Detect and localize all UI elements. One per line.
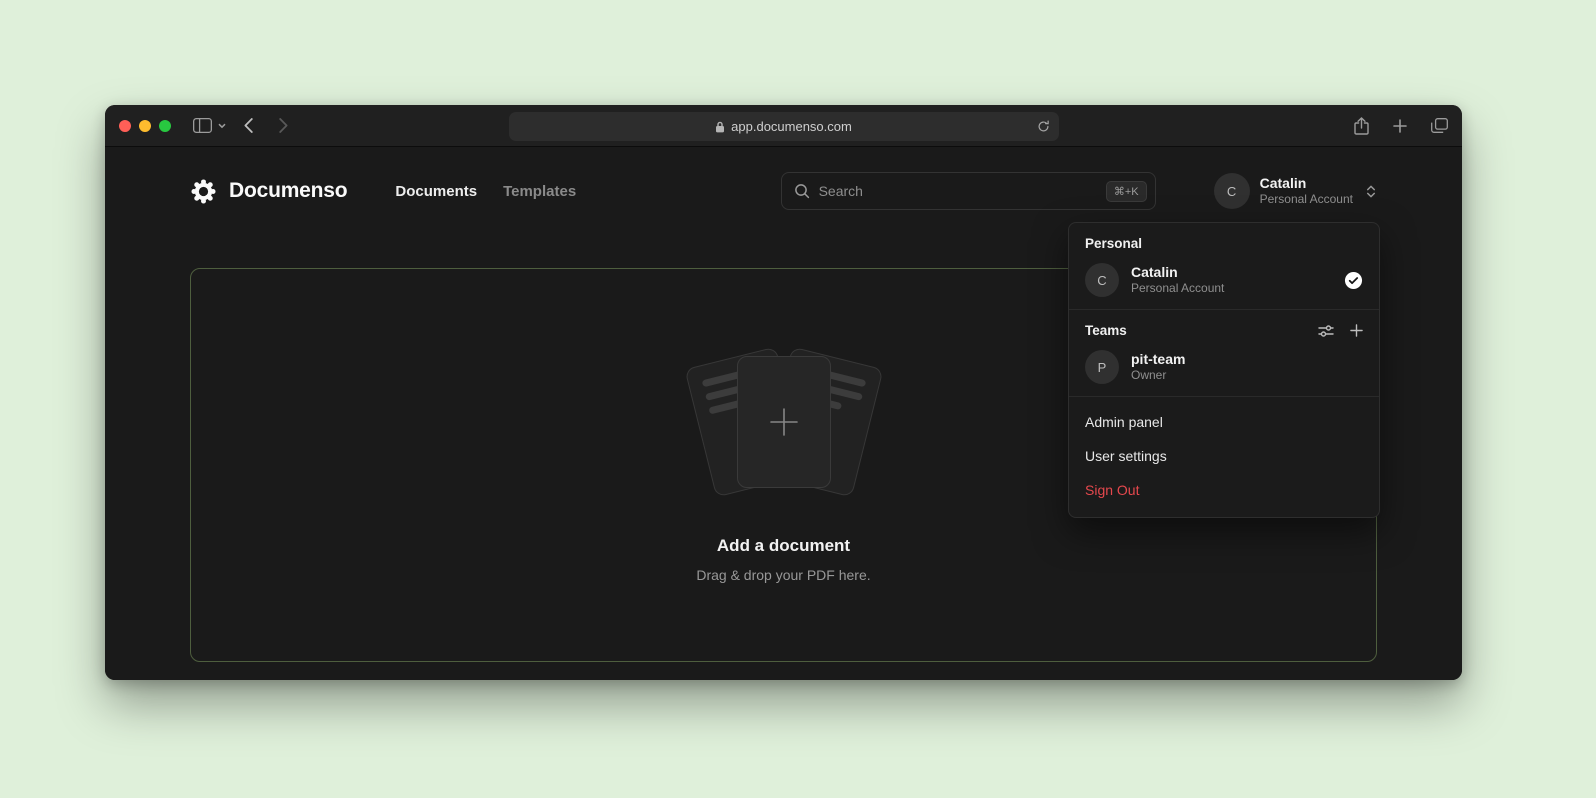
chevron-up-down-icon — [1365, 184, 1377, 199]
account-subtitle: Personal Account — [1260, 192, 1353, 207]
brand[interactable]: Documenso — [190, 178, 347, 205]
menu-item-team[interactable]: P pit-team Owner — [1085, 350, 1363, 384]
tab-overview-icon[interactable] — [1431, 118, 1448, 133]
menu-item-user-settings[interactable]: User settings — [1069, 439, 1379, 473]
nav-templates[interactable]: Templates — [503, 183, 576, 200]
search-shortcut-badge: ⌘+K — [1106, 181, 1147, 202]
team-name: pit-team — [1131, 351, 1185, 369]
check-circle-icon — [1344, 271, 1363, 290]
account-menu-button[interactable]: C Catalin Personal Account — [1214, 173, 1377, 209]
personal-avatar: C — [1085, 263, 1119, 297]
back-icon[interactable] — [244, 118, 253, 133]
menu-personal-heading: Personal — [1085, 236, 1363, 251]
url-text: app.documenso.com — [731, 119, 852, 134]
manage-teams-icon[interactable] — [1318, 324, 1334, 338]
brand-name: Documenso — [229, 179, 347, 203]
menu-item-admin-panel[interactable]: Admin panel — [1069, 405, 1379, 439]
account-avatar: C — [1214, 173, 1250, 209]
sidebar-chevron-down-icon[interactable] — [218, 123, 226, 129]
team-avatar: P — [1085, 350, 1119, 384]
traffic-lights — [119, 120, 171, 132]
nav-documents[interactable]: Documents — [395, 183, 477, 200]
menu-teams-heading: Teams — [1085, 323, 1127, 338]
forward-icon[interactable] — [279, 118, 288, 133]
team-role: Owner — [1131, 368, 1185, 383]
documenso-logo-icon — [190, 178, 217, 205]
minimize-window-button[interactable] — [139, 120, 151, 132]
dropzone-subtitle: Drag & drop your PDF here. — [696, 567, 870, 583]
zoom-window-button[interactable] — [159, 120, 171, 132]
menu-item-personal-account[interactable]: C Catalin Personal Account — [1085, 263, 1363, 297]
new-tab-plus-icon[interactable] — [1393, 119, 1407, 133]
close-window-button[interactable] — [119, 120, 131, 132]
search-icon — [794, 183, 810, 199]
menu-item-sign-out[interactable]: Sign Out — [1069, 473, 1379, 507]
plus-icon — [767, 405, 801, 439]
sidebar-toggle-icon[interactable] — [193, 118, 212, 133]
app-page: Documenso Documents Templates ⌘+K C — [105, 147, 1462, 680]
personal-subtitle: Personal Account — [1131, 281, 1224, 296]
browser-window: app.documenso.com — [105, 105, 1462, 680]
personal-name: Catalin — [1131, 264, 1224, 282]
main-nav: Documents Templates — [395, 183, 576, 200]
reload-icon[interactable] — [1037, 120, 1050, 133]
add-team-icon[interactable] — [1350, 324, 1363, 338]
account-name: Catalin — [1260, 175, 1353, 193]
browser-toolbar: app.documenso.com — [105, 105, 1462, 147]
document-stack-illustration — [664, 348, 904, 500]
search-box[interactable]: ⌘+K — [781, 172, 1156, 210]
dropzone-title: Add a document — [717, 536, 850, 556]
lock-icon — [715, 121, 725, 133]
share-icon[interactable] — [1354, 117, 1369, 135]
account-dropdown-menu: Personal C Catalin Personal Account — [1068, 222, 1380, 518]
search-input[interactable] — [819, 183, 1097, 199]
illustration-card-center — [737, 356, 831, 488]
address-bar[interactable]: app.documenso.com — [509, 112, 1059, 141]
